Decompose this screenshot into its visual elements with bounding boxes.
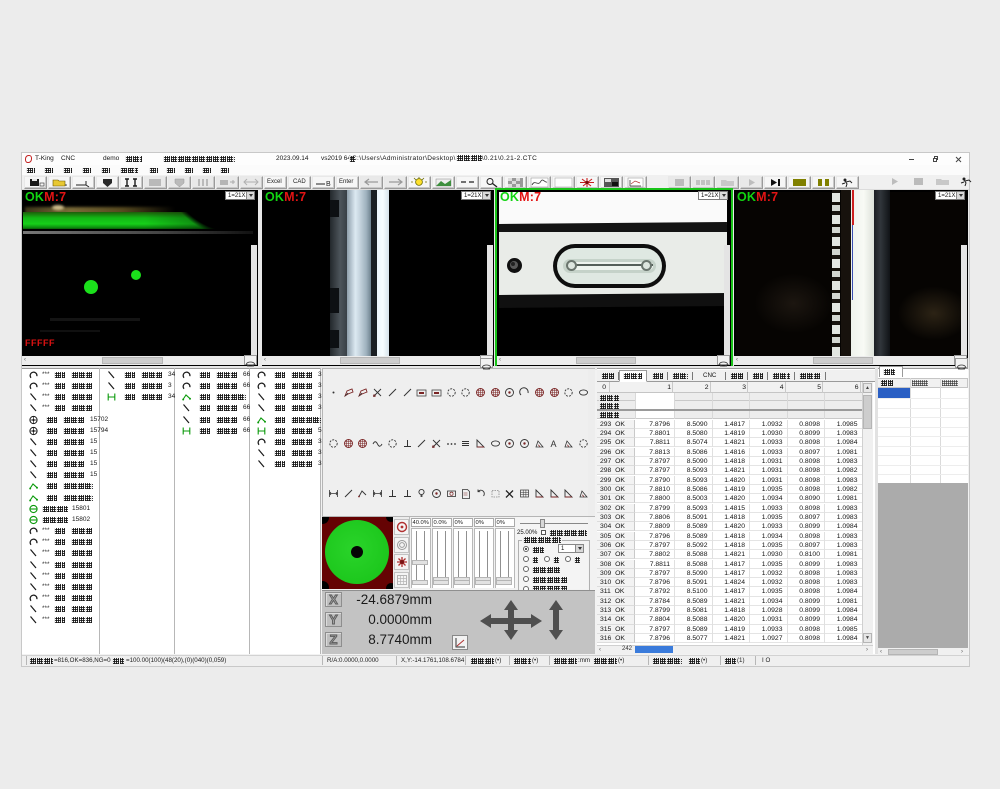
- svg-text:B: B: [326, 181, 331, 188]
